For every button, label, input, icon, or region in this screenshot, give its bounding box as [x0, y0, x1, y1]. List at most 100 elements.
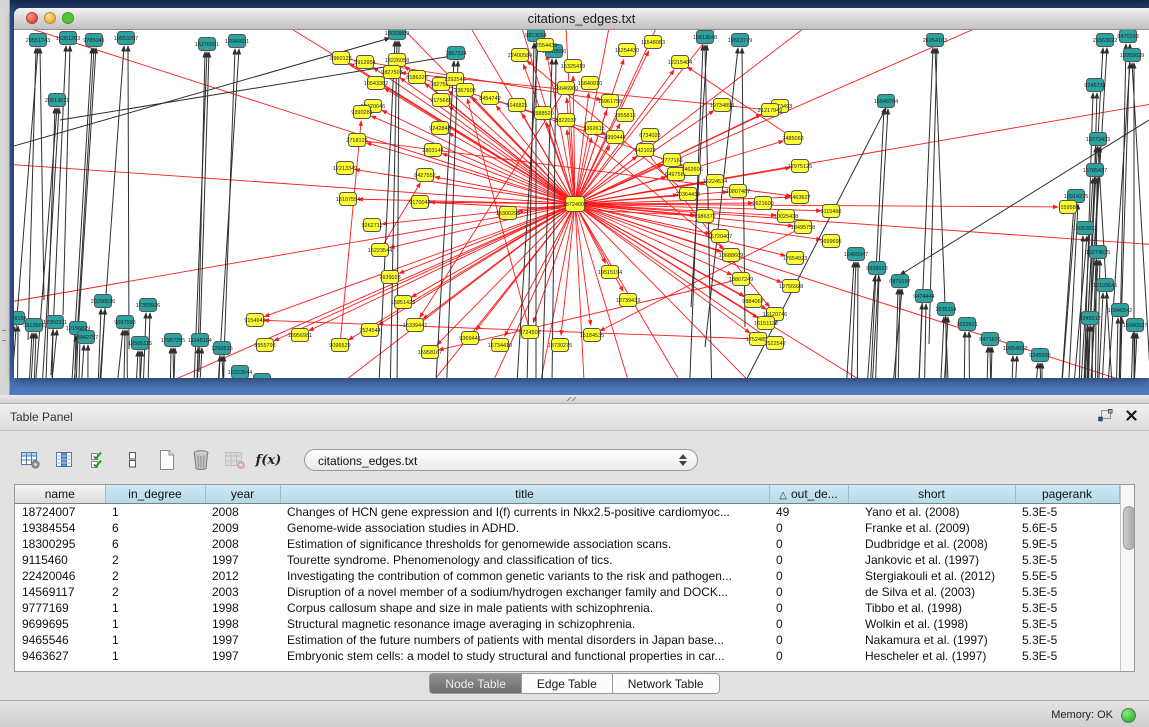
graph-edge[interactable] — [856, 262, 858, 378]
graph-node-label: 7485063 — [782, 136, 803, 142]
table-row[interactable]: 1872400712008Changes of HCN gene express… — [15, 504, 1119, 521]
table-row[interactable]: 2242004622012Investigating the contribut… — [15, 568, 1119, 584]
delete-table-icon[interactable] — [188, 447, 213, 474]
graph-node-label: 7857224 — [445, 51, 466, 57]
tab-edge-table[interactable]: Edge Table — [522, 673, 613, 694]
graph-edge[interactable] — [118, 351, 138, 378]
table-cell: Stergiakouli et al. (2012) — [848, 568, 1015, 584]
graph-edge[interactable] — [575, 50, 1149, 204]
graph-edge[interactable] — [990, 356, 1013, 378]
graph-node-label: 7524544 — [359, 328, 380, 334]
table-cell: 2 — [105, 584, 205, 600]
graph-edge[interactable] — [956, 332, 965, 378]
table-row[interactable]: 969969511998Structural magnetic resonanc… — [15, 616, 1119, 632]
column-header-in_degree[interactable]: in_degree — [105, 485, 205, 504]
close-panel-icon[interactable] — [1126, 410, 1137, 421]
column-header-name[interactable]: name — [15, 485, 105, 504]
table-cell: 0 — [769, 552, 848, 568]
graph-edge[interactable] — [998, 356, 1017, 378]
graph-edge[interactable] — [218, 49, 239, 378]
graph-edge[interactable] — [78, 48, 96, 334]
function-builder-icon[interactable]: f(x) — [256, 447, 281, 474]
graph-edge[interactable] — [40, 48, 44, 300]
graph-edge[interactable] — [1040, 363, 1060, 378]
graph-edge[interactable] — [1062, 236, 1087, 378]
graph-node-label: 19515194 — [598, 270, 622, 276]
close-button[interactable] — [26, 12, 38, 24]
column-header-title[interactable]: title — [280, 485, 769, 504]
graph-edge[interactable] — [575, 204, 1149, 378]
graph-edge[interactable] — [884, 289, 898, 378]
graph-edge[interactable] — [900, 120, 1149, 275]
table-row[interactable]: 946362711997Embryonic stem cells: a mode… — [15, 648, 1119, 664]
table-row[interactable]: 946554611997Estimation of the future num… — [15, 632, 1119, 648]
graph-edge[interactable] — [972, 347, 988, 378]
row-height-icon[interactable] — [120, 447, 145, 474]
show-hide-column-icon[interactable] — [52, 447, 77, 474]
row-selection-icon[interactable] — [86, 447, 111, 474]
table-cell: 0 — [769, 632, 848, 648]
graph-edge[interactable] — [935, 48, 955, 378]
graph-node-label: 10946542 — [1108, 308, 1132, 314]
graph-edge[interactable] — [1111, 333, 1133, 378]
graph-edge[interactable] — [14, 141, 575, 204]
graph-edge[interactable] — [397, 41, 399, 378]
table-row[interactable]: 1938455462009Genome-wide association stu… — [15, 520, 1119, 536]
table-cell: Franke et al. (2009) — [848, 520, 1015, 536]
split-pane-divider[interactable] — [0, 395, 1149, 404]
table-cell: 14569117 — [15, 584, 105, 600]
table-row[interactable]: 911546021997Tourette syndrome. Phenomeno… — [15, 552, 1119, 568]
zoom-button[interactable] — [62, 12, 74, 24]
graph-edge[interactable] — [866, 276, 879, 378]
graph-edge[interactable] — [163, 348, 171, 378]
graph-edge[interactable] — [14, 333, 32, 378]
tab-node-table[interactable]: Node Table — [429, 673, 522, 694]
graph-edge[interactable] — [37, 108, 59, 378]
column-header-out_degree[interactable]: △out_de... — [769, 485, 848, 504]
create-table-icon[interactable] — [154, 447, 179, 474]
graph-edge[interactable] — [575, 30, 1137, 204]
graph-edge[interactable] — [218, 49, 235, 378]
graph-node-label: 20551743 — [26, 38, 50, 44]
graph-node-label: 12975125 — [788, 164, 812, 170]
column-header-pagerank[interactable]: pagerank — [1015, 485, 1119, 504]
table-row[interactable]: 1830029562008Estimation of significance … — [15, 536, 1119, 552]
graph-edge[interactable] — [14, 204, 575, 378]
graph-edge[interactable] — [371, 116, 575, 204]
graph-edge[interactable] — [828, 262, 854, 378]
float-panel-icon[interactable] — [1098, 409, 1113, 422]
graph-edge[interactable] — [14, 204, 575, 378]
graph-edge[interactable] — [128, 46, 129, 349]
table-options-icon[interactable] — [18, 447, 43, 474]
left-collapsed-panel[interactable] — [0, 0, 10, 395]
graph-edge[interactable] — [399, 204, 575, 273]
network-canvas[interactable]: 2055174316351263978504110553257152760611… — [14, 30, 1149, 378]
graph-edge[interactable] — [14, 204, 575, 378]
graph-node-label: 1290515 — [211, 346, 232, 352]
graph-edge[interactable] — [449, 133, 575, 204]
graph-edge[interactable] — [575, 204, 1058, 207]
graph-edge[interactable] — [969, 332, 972, 378]
table-row[interactable]: 1456911722003Disruption of a novel membe… — [15, 584, 1119, 600]
graph-edge[interactable] — [575, 93, 589, 204]
graph-edge[interactable] — [575, 204, 1149, 378]
minimize-button[interactable] — [44, 12, 56, 24]
column-header-short[interactable]: short — [848, 485, 1015, 504]
graph-edge[interactable] — [575, 204, 1149, 378]
graph-edge[interactable] — [575, 204, 591, 325]
window-titlebar[interactable]: citations_edges.txt — [14, 8, 1149, 30]
scrollbar-thumb[interactable] — [1123, 506, 1135, 550]
graph-node-label: 11548083 — [641, 40, 665, 46]
table-vertical-scrollbar[interactable] — [1120, 485, 1135, 671]
tab-network-table[interactable]: Network Table — [613, 673, 720, 694]
table-row[interactable]: 977716911998Corpus callosum shape and si… — [15, 600, 1119, 616]
table-cell: 1997 — [205, 552, 280, 568]
table-select-dropdown[interactable]: citations_edges.txt — [304, 449, 698, 471]
graph-edge[interactable] — [264, 320, 758, 339]
graph-edge[interactable] — [575, 204, 621, 378]
column-header-year[interactable]: year — [205, 485, 280, 504]
graph-node-label: 9699695 — [820, 239, 841, 245]
table-cell: Tourette syndrome. Phenomenology and cla… — [280, 552, 769, 568]
table-cell: 9115460 — [15, 552, 105, 568]
graph-edge[interactable] — [87, 345, 88, 378]
